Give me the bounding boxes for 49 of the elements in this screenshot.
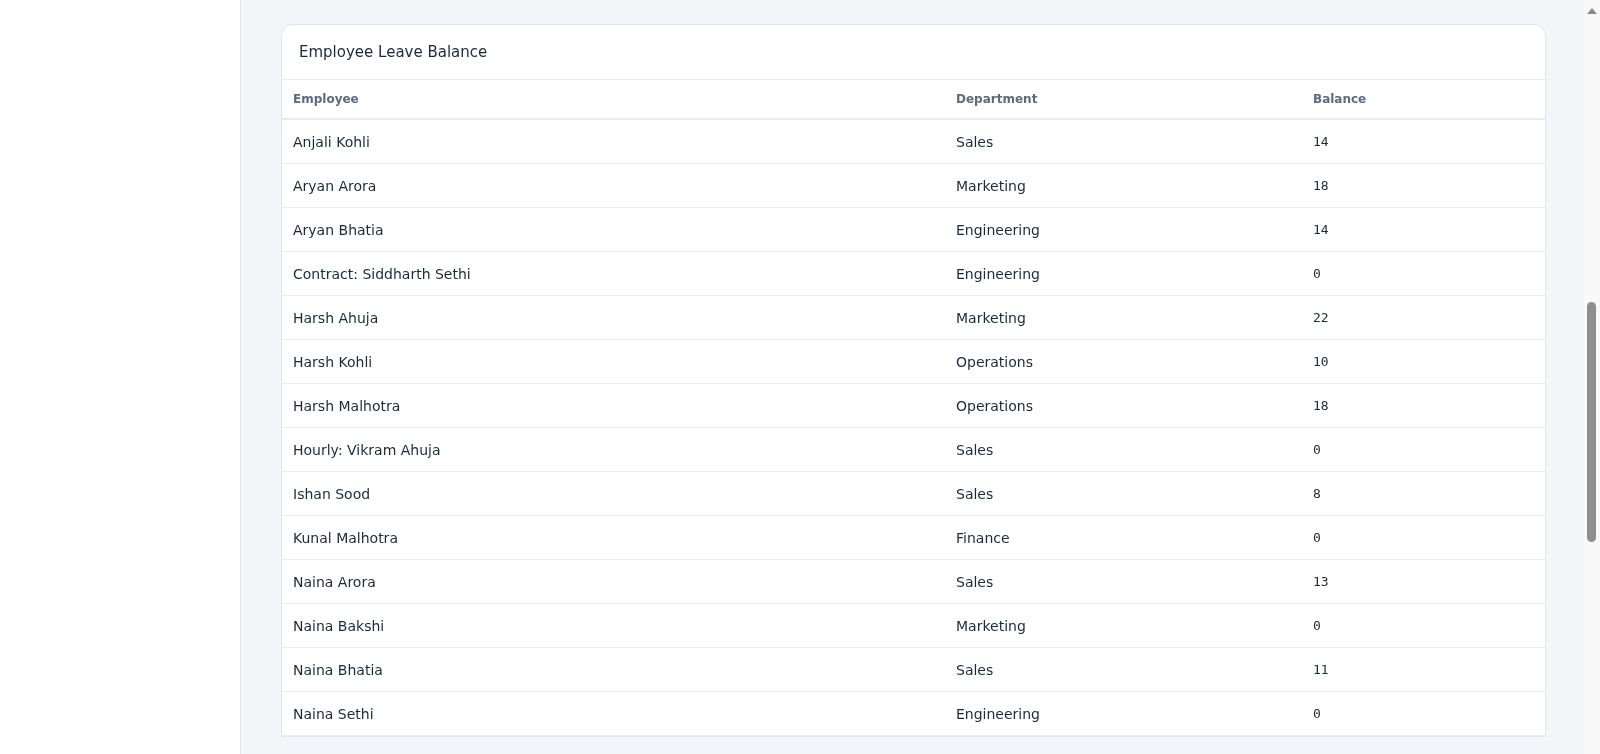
table-cell-text: Harsh Ahuja xyxy=(292,309,380,326)
table-cell-text: Contract: Siddharth Sethi xyxy=(292,265,472,282)
table-cell-text: 0 xyxy=(1312,706,1322,721)
table-cell-text: 0 xyxy=(1312,266,1322,281)
table-cell-text: 10 xyxy=(1312,354,1330,369)
card-title: Employee Leave Balance xyxy=(282,25,1545,80)
table-cell-text: Naina Sethi xyxy=(292,705,375,722)
table-cell-text: Aryan Bhatia xyxy=(292,221,385,238)
table-cell-text: Sales xyxy=(955,661,995,678)
table-cell-text: Operations xyxy=(955,353,1034,370)
table-cell-text: 11 xyxy=(1312,662,1330,677)
table-cell-text: 18 xyxy=(1312,178,1330,193)
table-cell-text: 14 xyxy=(1312,134,1330,149)
table-cell-text: 0 xyxy=(1312,442,1322,457)
table-cell-text: Aryan Arora xyxy=(292,177,378,194)
table-cell-text: Kunal Malhotra xyxy=(292,529,399,546)
table-cell-text: Harsh Malhotra xyxy=(292,397,402,414)
scrollbar[interactable] xyxy=(1584,0,1600,754)
table-cell-text: 18 xyxy=(1312,398,1330,413)
table-cell-text: Anjali Kohli xyxy=(292,133,371,150)
table-cell-text: Marketing xyxy=(955,309,1027,326)
table-cell-text: Hourly: Vikram Ahuja xyxy=(292,441,442,458)
table-cell-text: 22 xyxy=(1312,310,1330,325)
table-cell-text: Sales xyxy=(955,133,995,150)
scroll-up-icon[interactable] xyxy=(1587,8,1597,14)
table-cell-text: Engineering xyxy=(955,705,1041,722)
table-cell-text: Ishan Sood xyxy=(292,485,372,502)
table-cell-text: Marketing xyxy=(955,177,1027,194)
table-cell-text: 14 xyxy=(1312,222,1330,237)
table-cell-text: Sales xyxy=(955,573,995,590)
table-cell-text: 13 xyxy=(1312,574,1330,589)
table-cell-text: Marketing xyxy=(955,617,1027,634)
table-cell-text: Naina Arora xyxy=(292,573,377,590)
table-cell-text: Operations xyxy=(955,397,1034,414)
table-cell-text: 0 xyxy=(1312,618,1322,633)
table-cell-text: Sales xyxy=(955,485,995,502)
table-cell-text: Naina Bhatia xyxy=(292,661,384,678)
column-header: Balance xyxy=(1312,92,1368,106)
table-cell-text: 0 xyxy=(1312,530,1322,545)
table-cell-text: Sales xyxy=(955,441,995,458)
table-cell-text: Engineering xyxy=(955,265,1041,282)
column-header: Department xyxy=(955,92,1039,106)
table-cell-text: 8 xyxy=(1312,486,1322,501)
table-cell-text: Engineering xyxy=(955,221,1041,238)
table-cell-text: Naina Bakshi xyxy=(292,617,386,634)
table-cell-text: Harsh Kohli xyxy=(292,353,374,370)
scroll-thumb[interactable] xyxy=(1587,302,1596,542)
column-header: Employee xyxy=(292,92,360,106)
table-cell-text: Finance xyxy=(955,529,1011,546)
